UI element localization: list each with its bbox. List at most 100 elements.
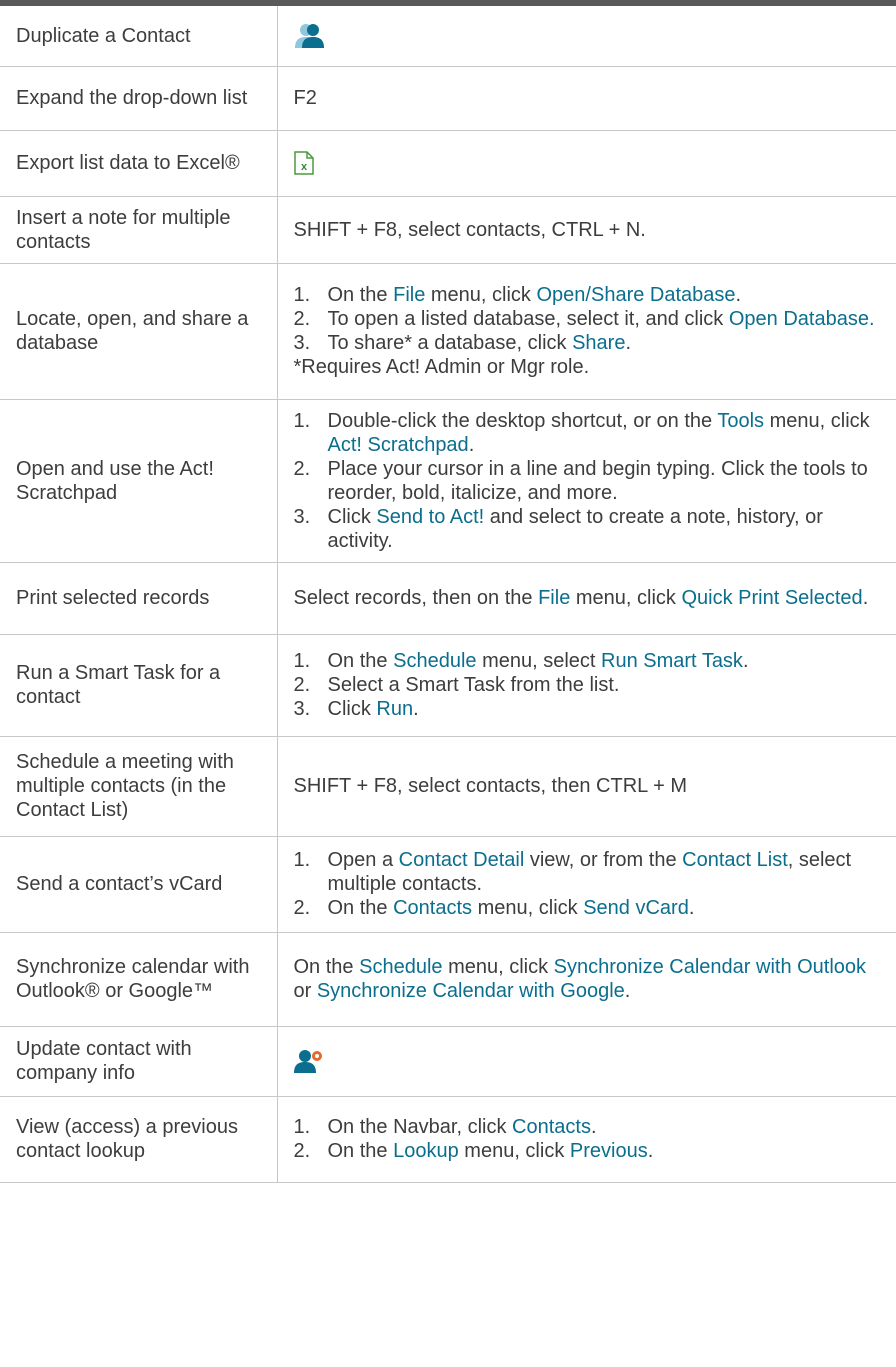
menu-link[interactable]: Tools bbox=[717, 410, 764, 432]
task-instructions: SHIFT + F8, select contacts, then CTRL +… bbox=[277, 736, 896, 837]
menu-link[interactable]: Contacts bbox=[393, 897, 472, 919]
step-item: 2. On the Contacts menu, click Send vCard… bbox=[294, 896, 883, 920]
shortcut-table: Duplicate a Contact Expand the drop-down… bbox=[0, 6, 896, 1183]
instruction-text: On the bbox=[293, 956, 360, 978]
menu-link[interactable]: Open/Share Database bbox=[537, 284, 736, 306]
instruction-text: Open a bbox=[327, 849, 399, 871]
step-number: 2. bbox=[293, 457, 311, 480]
instruction-text: Select a Smart Task from the list. bbox=[327, 674, 620, 696]
menu-link[interactable]: Contact Detail bbox=[399, 849, 525, 871]
task-label: Schedule a meeting with multiple contact… bbox=[0, 736, 278, 837]
instruction-text: On the bbox=[327, 284, 394, 306]
table-row: Schedule a meeting with multiple contact… bbox=[0, 736, 896, 837]
instruction-text: On the Navbar, click bbox=[327, 1116, 513, 1138]
menu-link[interactable]: Contact List bbox=[682, 849, 788, 871]
menu-link[interactable]: File bbox=[393, 284, 425, 306]
task-label: Send a contact’s vCard bbox=[0, 836, 278, 933]
task-label: Duplicate a Contact bbox=[0, 6, 278, 67]
menu-link[interactable]: Lookup bbox=[393, 1140, 459, 1162]
task-label: Locate, open, and share a database bbox=[0, 263, 278, 400]
menu-link[interactable]: Send vCard bbox=[583, 897, 689, 919]
task-instructions bbox=[277, 6, 896, 67]
instruction-text: . bbox=[468, 433, 475, 456]
task-label: Export list data to Excel® bbox=[0, 130, 278, 197]
instruction-text: To share* a database, click bbox=[327, 332, 573, 354]
table-row: Print selected records Select records, t… bbox=[0, 562, 896, 635]
instruction-text: On the bbox=[327, 1140, 394, 1162]
instruction-text: . bbox=[688, 897, 695, 919]
task-label: View (access) a previous contact lookup bbox=[0, 1096, 278, 1183]
step-item: 3. Click Send to Act! and select to creat… bbox=[294, 505, 883, 553]
task-instructions: 1. On the File menu, click Open/Share Dat… bbox=[277, 263, 896, 400]
step-number: 2. bbox=[293, 308, 311, 330]
menu-link[interactable]: Schedule bbox=[393, 650, 476, 672]
step-item: 3. Click Run. bbox=[294, 697, 883, 721]
step-item: 2. To open a listed database, select it, … bbox=[294, 307, 883, 331]
instruction-text: menu, click bbox=[458, 1140, 570, 1162]
step-number: 1. bbox=[293, 849, 311, 871]
menu-link[interactable]: Previous bbox=[570, 1140, 648, 1162]
table-row: Duplicate a Contact bbox=[0, 6, 896, 67]
table-row: View (access) a previous contact lookup … bbox=[0, 1096, 896, 1183]
instruction-text: . bbox=[742, 650, 749, 672]
menu-link[interactable]: File bbox=[538, 587, 570, 609]
instruction-text: menu, click bbox=[425, 284, 537, 306]
table-row: Open and use the Act! Scratchpad 1. Doubl… bbox=[0, 399, 896, 563]
menu-link[interactable]: Synchronize Calendar with Outlook bbox=[554, 956, 866, 978]
menu-link[interactable]: Quick Print Selected bbox=[681, 587, 862, 609]
step-number: 2. bbox=[293, 1140, 311, 1162]
table-row: Expand the drop-down list F2 bbox=[0, 66, 896, 131]
menu-link[interactable]: Schedule bbox=[359, 956, 442, 978]
task-label: Expand the drop-down list bbox=[0, 66, 278, 131]
menu-link[interactable]: Share bbox=[572, 332, 625, 354]
menu-link[interactable]: Run Smart Task bbox=[601, 650, 743, 672]
step-item: 3. To share* a database, click Share. bbox=[294, 331, 883, 355]
footnote: *Requires Act! Admin or Mgr role. bbox=[293, 356, 590, 378]
instruction-text: . bbox=[647, 1140, 654, 1162]
duplicate-contact-icon[interactable] bbox=[294, 22, 326, 50]
table-row: Run a Smart Task for a contact 1. On the … bbox=[0, 634, 896, 737]
instruction-text: On the bbox=[327, 650, 394, 672]
update-contact-icon[interactable] bbox=[293, 1048, 324, 1074]
menu-link[interactable]: Run bbox=[376, 698, 413, 720]
task-instructions: F2 bbox=[277, 66, 896, 131]
step-item: 1. On the Navbar, click Contacts. bbox=[294, 1115, 883, 1139]
step-number: 1. bbox=[293, 1116, 311, 1138]
step-item: 1. Open a Contact Detail view, or from th… bbox=[294, 848, 883, 896]
table-row: Synchronize calendar with Outlook® or Go… bbox=[0, 932, 896, 1027]
instruction-text: . bbox=[735, 284, 742, 306]
step-list: 1. On the Navbar, click Contacts. 2. On the… bbox=[294, 1115, 883, 1163]
task-instructions: On the Schedule menu, click Synchronize … bbox=[277, 932, 896, 1027]
instruction-text: . bbox=[624, 980, 631, 1002]
instruction-text: menu, click bbox=[472, 897, 584, 919]
step-list: 1. On the File menu, click Open/Share Dat… bbox=[294, 283, 883, 355]
step-list: 1. Open a Contact Detail view, or from th… bbox=[294, 848, 883, 920]
instruction-text: On the bbox=[327, 897, 394, 919]
task-instructions: 1. On the Schedule menu, select Run Smart… bbox=[277, 634, 896, 737]
instruction-text: menu, click bbox=[442, 956, 554, 978]
step-number: 1. bbox=[293, 650, 311, 672]
table-row: Insert a note for multiple contacts SHIF… bbox=[0, 196, 896, 264]
menu-link[interactable]: Synchronize Calendar with Google bbox=[317, 980, 625, 1002]
instruction-text: menu, click bbox=[764, 409, 870, 432]
menu-link[interactable]: Open Database. bbox=[729, 308, 875, 330]
step-number: 1. bbox=[293, 409, 311, 432]
instruction-text: Double-click the desktop shortcut, or on… bbox=[327, 409, 718, 432]
task-label: Run a Smart Task for a contact bbox=[0, 634, 278, 737]
excel-export-icon[interactable]: x bbox=[293, 151, 314, 175]
task-instructions: x bbox=[277, 130, 896, 197]
step-item: 2. Select a Smart Task from the list. bbox=[294, 673, 883, 697]
task-instructions: 1. On the Navbar, click Contacts. 2. On the… bbox=[277, 1096, 896, 1183]
instruction-text: view, or from the bbox=[524, 849, 683, 871]
menu-link[interactable]: Act! Scratchpad bbox=[328, 434, 469, 456]
task-instructions: Select records, then on the File menu, c… bbox=[277, 562, 896, 635]
step-item: 1. On the File menu, click Open/Share Dat… bbox=[294, 283, 883, 307]
task-instructions bbox=[277, 1026, 896, 1097]
step-item: 2. Place your cursor in a line and begin … bbox=[294, 457, 883, 505]
step-item: 2. On the Lookup menu, click Previous. bbox=[294, 1139, 883, 1163]
table-row: Locate, open, and share a database 1. On … bbox=[0, 263, 896, 400]
step-number: 2. bbox=[293, 674, 311, 696]
menu-link[interactable]: Contacts bbox=[512, 1116, 591, 1138]
menu-link[interactable]: Send to Act! bbox=[376, 506, 484, 528]
instruction-text: . bbox=[590, 1116, 597, 1138]
